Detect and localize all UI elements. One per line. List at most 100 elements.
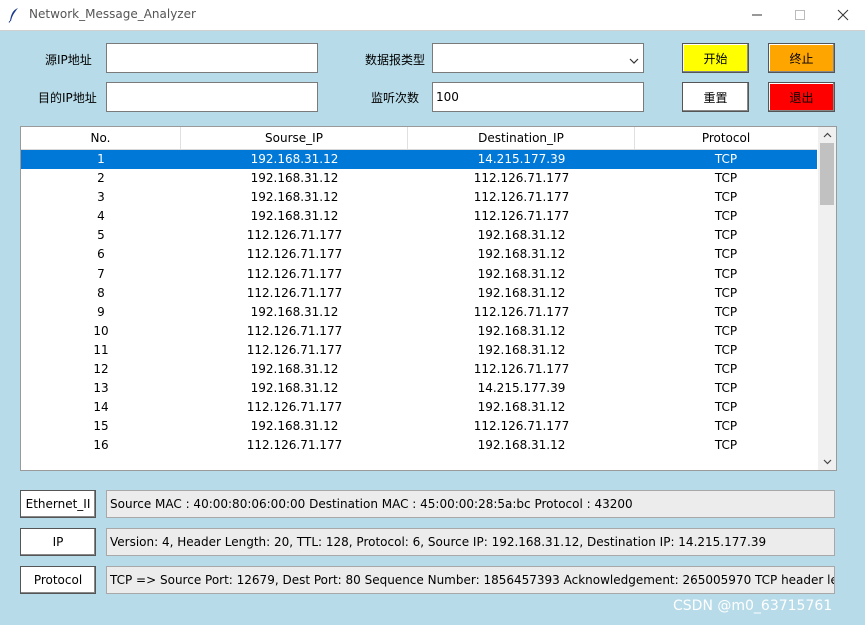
row-protocol: TCP <box>714 190 738 205</box>
listen-count-input[interactable] <box>432 82 644 112</box>
row-protocol: TCP <box>714 438 738 453</box>
row-destination-ip: 112.126.71.177 <box>473 190 570 205</box>
scroll-up-icon[interactable] <box>818 127 836 143</box>
row-destination-ip: 192.168.31.12 <box>477 247 566 262</box>
row-no: 10 <box>93 323 109 338</box>
row-destination-ip: 192.168.31.12 <box>477 285 566 300</box>
column-header-destination-ip[interactable]: Destination_IP <box>408 127 635 149</box>
window-title: Network_Message_Analyzer <box>29 7 196 21</box>
row-protocol: TCP <box>714 171 738 186</box>
app-feather-icon <box>8 7 20 26</box>
row-no: 11 <box>93 342 109 357</box>
src-ip-input[interactable] <box>106 43 318 73</box>
row-protocol: TCP <box>714 285 738 300</box>
row-no: 6 <box>97 247 105 262</box>
start-button[interactable]: 开始 <box>682 43 749 73</box>
row-protocol: TCP <box>714 419 738 434</box>
table-row[interactable]: 9 192.168.31.12 112.126.71.177 TCP <box>21 303 817 322</box>
listen-count-label: 监听次数 <box>371 91 420 105</box>
protocol-info: TCP => Source Port: 12679, Dest Port: 80… <box>106 566 835 594</box>
csdn-watermark: CSDN @m0_63715761 <box>673 598 833 614</box>
row-no: 8 <box>97 285 105 300</box>
row-no: 7 <box>97 266 105 281</box>
table-row[interactable]: 16 112.126.71.177 192.168.31.12 TCP <box>21 436 817 455</box>
row-source-ip: 192.168.31.12 <box>250 419 339 434</box>
row-source-ip: 192.168.31.12 <box>250 209 339 224</box>
row-no: 3 <box>97 190 105 205</box>
row-no: 16 <box>93 438 109 453</box>
table-row[interactable]: 3 192.168.31.12 112.126.71.177 TCP <box>21 188 817 207</box>
table-row[interactable]: 4 192.168.31.12 112.126.71.177 TCP <box>21 207 817 226</box>
ip-button[interactable]: IP <box>20 528 96 556</box>
column-header-source-ip[interactable]: Sourse_IP <box>181 127 408 149</box>
row-protocol: TCP <box>714 342 738 357</box>
title-bar: Network_Message_Analyzer <box>0 0 865 31</box>
row-source-ip: 112.126.71.177 <box>246 342 343 357</box>
row-destination-ip: 192.168.31.12 <box>477 438 566 453</box>
table-row[interactable]: 10 112.126.71.177 192.168.31.12 TCP <box>21 322 817 341</box>
row-no: 4 <box>97 209 105 224</box>
close-button[interactable] <box>821 0 865 30</box>
row-destination-ip: 112.126.71.177 <box>473 419 570 434</box>
scroll-down-icon[interactable] <box>818 454 836 470</box>
dst-ip-label: 目的IP地址 <box>38 91 97 105</box>
row-no: 9 <box>97 304 105 319</box>
table-row[interactable]: 8 112.126.71.177 192.168.31.12 TCP <box>21 284 817 303</box>
row-destination-ip: 192.168.31.12 <box>477 400 566 415</box>
table-row[interactable]: 13 192.168.31.12 14.215.177.39 TCP <box>21 379 817 398</box>
table-body: 1 192.168.31.12 14.215.177.39 TCP 2 192.168.3… <box>21 150 817 456</box>
table-row[interactable]: 1 192.168.31.12 14.215.177.39 TCP <box>21 150 817 170</box>
row-source-ip: 192.168.31.12 <box>250 362 339 377</box>
row-destination-ip: 192.168.31.12 <box>477 342 566 357</box>
row-no: 13 <box>93 381 109 396</box>
row-protocol: TCP <box>714 266 738 281</box>
table-row[interactable]: 5 112.126.71.177 192.168.31.12 TCP <box>21 226 817 245</box>
packet-type-label: 数据报类型 <box>365 53 426 67</box>
exit-button[interactable]: 退出 <box>768 82 835 112</box>
scrollbar-thumb[interactable] <box>820 143 834 205</box>
reset-button[interactable]: 重置 <box>682 82 749 112</box>
chevron-down-icon <box>629 54 639 68</box>
row-source-ip: 192.168.31.12 <box>250 152 339 166</box>
row-no: 14 <box>93 400 109 415</box>
ethernet-button[interactable]: Ethernet_II <box>20 490 96 518</box>
row-destination-ip: 192.168.31.12 <box>477 228 566 243</box>
row-protocol: TCP <box>714 304 738 319</box>
row-protocol: TCP <box>714 400 738 415</box>
row-source-ip: 112.126.71.177 <box>246 285 343 300</box>
table-row[interactable]: 7 112.126.71.177 192.168.31.12 TCP <box>21 265 817 284</box>
ip-info: Version: 4, Header Length: 20, TTL: 128,… <box>106 528 835 556</box>
row-source-ip: 112.126.71.177 <box>246 438 343 453</box>
row-source-ip: 112.126.71.177 <box>246 247 343 262</box>
row-destination-ip: 112.126.71.177 <box>473 171 570 186</box>
row-protocol: TCP <box>714 228 738 243</box>
table-row[interactable]: 12 192.168.31.12 112.126.71.177 TCP <box>21 360 817 379</box>
table-row[interactable]: 15 192.168.31.12 112.126.71.177 TCP <box>21 417 817 436</box>
row-protocol: TCP <box>714 247 738 262</box>
packet-table: No. Sourse_IP Destination_IP Protocol 11… <box>20 126 837 471</box>
minimize-button[interactable] <box>735 0 779 30</box>
ethernet-info: Source MAC : 40:00:80:06:00:00 Destinati… <box>106 490 835 518</box>
stop-button[interactable]: 终止 <box>768 43 835 73</box>
row-protocol: TCP <box>714 152 738 166</box>
row-no: 12 <box>93 362 109 377</box>
table-row[interactable]: 6 112.126.71.177 192.168.31.12 TCP <box>21 245 817 264</box>
row-source-ip: 192.168.31.12 <box>250 171 339 186</box>
table-row[interactable]: 14 112.126.71.177 192.168.31.12 TCP <box>21 398 817 417</box>
src-ip-label: 源IP地址 <box>45 53 92 67</box>
packet-type-select[interactable] <box>432 43 644 73</box>
row-destination-ip: 112.126.71.177 <box>473 209 570 224</box>
row-source-ip: 112.126.71.177 <box>246 228 343 243</box>
table-row[interactable]: 11 112.126.71.177 192.168.31.12 TCP <box>21 341 817 360</box>
maximize-button[interactable] <box>778 0 822 30</box>
column-header-protocol[interactable]: Protocol <box>635 127 817 149</box>
row-protocol: TCP <box>714 362 738 377</box>
protocol-button[interactable]: Protocol <box>20 566 96 594</box>
row-destination-ip: 112.126.71.177 <box>473 362 570 377</box>
column-header-no[interactable]: No. <box>21 127 181 149</box>
row-protocol: TCP <box>714 381 738 396</box>
row-destination-ip: 192.168.31.12 <box>477 323 566 338</box>
table-row[interactable]: 2 192.168.31.12 112.126.71.177 TCP <box>21 169 817 188</box>
dst-ip-input[interactable] <box>106 82 318 112</box>
vertical-scrollbar[interactable] <box>818 127 836 470</box>
